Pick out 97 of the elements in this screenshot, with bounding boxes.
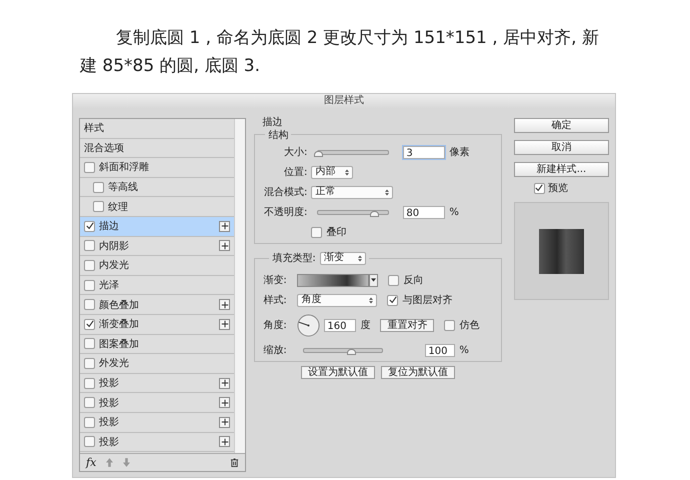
heading-text: 复制底圆 1 , 命名为底圆 2 更改尺寸为 151*151 , 居中对齐, 新建 85*85 的圆, 底圆 3.: [78, 27, 600, 78]
stepper-icon: [345, 168, 350, 176]
checkbox-label: 叠印: [326, 226, 346, 239]
field-label: 位置:: [283, 166, 308, 179]
slider-handle[interactable]: [314, 150, 324, 156]
checkbox[interactable]: [84, 338, 95, 350]
checkbox[interactable]: [534, 182, 545, 194]
preview-swatch: [538, 228, 584, 274]
style-item[interactable]: 渐变叠加: [80, 314, 234, 335]
field-label: 样式:: [263, 294, 288, 307]
up-arrow-icon[interactable]: [106, 458, 114, 467]
slider-handle[interactable]: [347, 348, 356, 354]
checkbox[interactable]: [84, 358, 95, 369]
gradient-swatch[interactable]: [297, 274, 370, 286]
checkbox-label: 与图层对齐: [402, 294, 452, 307]
checkbox[interactable]: [84, 220, 95, 232]
style-item[interactable]: 投影: [80, 393, 234, 413]
down-arrow-icon[interactable]: [123, 458, 130, 467]
add-icon[interactable]: [219, 378, 230, 389]
checkbox[interactable]: [93, 201, 104, 212]
slider-track[interactable]: [317, 210, 390, 214]
style-item[interactable]: 投影: [80, 374, 234, 394]
checkbox[interactable]: [84, 240, 95, 252]
default-button[interactable]: 复位为默认值: [381, 366, 456, 379]
checkbox[interactable]: [84, 397, 95, 408]
action-button[interactable]: 取消: [514, 140, 609, 155]
checkbox[interactable]: [84, 162, 95, 173]
size-field[interactable]: 3: [403, 146, 446, 158]
angle-dial[interactable]: [297, 314, 320, 336]
window-title: 图层样式: [324, 95, 364, 106]
style-item[interactable]: 图案叠加: [80, 334, 234, 354]
checkbox[interactable]: [387, 294, 398, 306]
unit-label: 度: [360, 318, 370, 332]
scale-field[interactable]: 100: [425, 344, 456, 356]
field-label: 缩放:: [263, 344, 288, 357]
group-title: 结构: [265, 128, 292, 142]
stepper-icon: [358, 254, 362, 262]
field-label: 填充类型:: [272, 252, 316, 265]
add-icon[interactable]: [219, 299, 230, 310]
field-label: 渐变:: [263, 274, 288, 287]
scrollbar[interactable]: [234, 119, 246, 453]
style-item[interactable]: 描边: [80, 216, 234, 237]
blend-mode-dropdown[interactable]: 正常: [311, 186, 394, 198]
action-button[interactable]: 新建样式...: [514, 162, 609, 177]
slider-handle[interactable]: [370, 210, 380, 216]
default-button[interactable]: 设置为默认值: [301, 366, 376, 379]
unit-label: 像素: [449, 146, 470, 159]
slider-track[interactable]: [317, 150, 390, 154]
style-item[interactable]: 光泽: [80, 276, 234, 296]
add-icon[interactable]: [219, 416, 230, 428]
style-item[interactable]: 外发光: [80, 354, 234, 374]
style-item[interactable]: 内发光: [80, 256, 234, 276]
angle-field[interactable]: 160: [324, 318, 356, 332]
stepper-icon: [369, 296, 374, 304]
section-title: 描边: [262, 118, 284, 128]
field-label: 混合模式:: [263, 186, 308, 199]
reset-align-button[interactable]: 重置对齐: [380, 318, 434, 332]
checkbox[interactable]: [84, 299, 95, 310]
unit-label: %: [459, 344, 469, 356]
add-icon[interactable]: [219, 220, 230, 232]
add-icon[interactable]: [219, 397, 230, 408]
style-item[interactable]: 等高线: [80, 178, 234, 198]
checkbox[interactable]: [84, 280, 95, 291]
checkbox[interactable]: [84, 318, 95, 330]
field-label: 大小:: [283, 146, 308, 159]
style-item[interactable]: 内阴影: [80, 236, 234, 256]
checkbox-label: 预览: [548, 182, 568, 195]
checkbox[interactable]: [388, 274, 400, 286]
style-dropdown[interactable]: 角度: [297, 294, 378, 306]
checkbox[interactable]: [311, 226, 322, 238]
add-icon[interactable]: [219, 318, 230, 330]
checkbox[interactable]: [84, 378, 95, 389]
style-item[interactable]: 投影: [80, 412, 234, 432]
trash-icon[interactable]: [230, 458, 240, 467]
add-icon[interactable]: [219, 240, 230, 252]
fx-button[interactable]: fx: [86, 456, 96, 469]
unit-label: %: [449, 206, 459, 218]
opacity-field[interactable]: 80: [403, 206, 446, 218]
slider-track[interactable]: [303, 348, 384, 352]
caret-icon[interactable]: [369, 274, 378, 286]
field-label: 角度:: [263, 318, 288, 332]
checkbox[interactable]: [444, 320, 456, 330]
style-item[interactable]: 颜色叠加: [80, 295, 234, 315]
checkbox[interactable]: [84, 416, 95, 428]
fill-type-dropdown[interactable]: 渐变: [320, 252, 366, 264]
field-label: 不透明度:: [263, 206, 308, 219]
checkbox[interactable]: [84, 260, 95, 271]
style-item[interactable]: 投影: [80, 432, 234, 452]
position-dropdown[interactable]: 内部: [311, 166, 354, 178]
checkbox-label: 反向: [403, 274, 424, 287]
checkbox-label: 仿色: [459, 319, 480, 332]
add-icon[interactable]: [219, 436, 230, 448]
stepper-icon: [385, 188, 390, 196]
checkbox[interactable]: [93, 182, 104, 193]
action-button[interactable]: 确定: [514, 118, 609, 133]
style-item[interactable]: 斜面和浮雕: [80, 158, 234, 178]
checkbox[interactable]: [84, 436, 95, 448]
